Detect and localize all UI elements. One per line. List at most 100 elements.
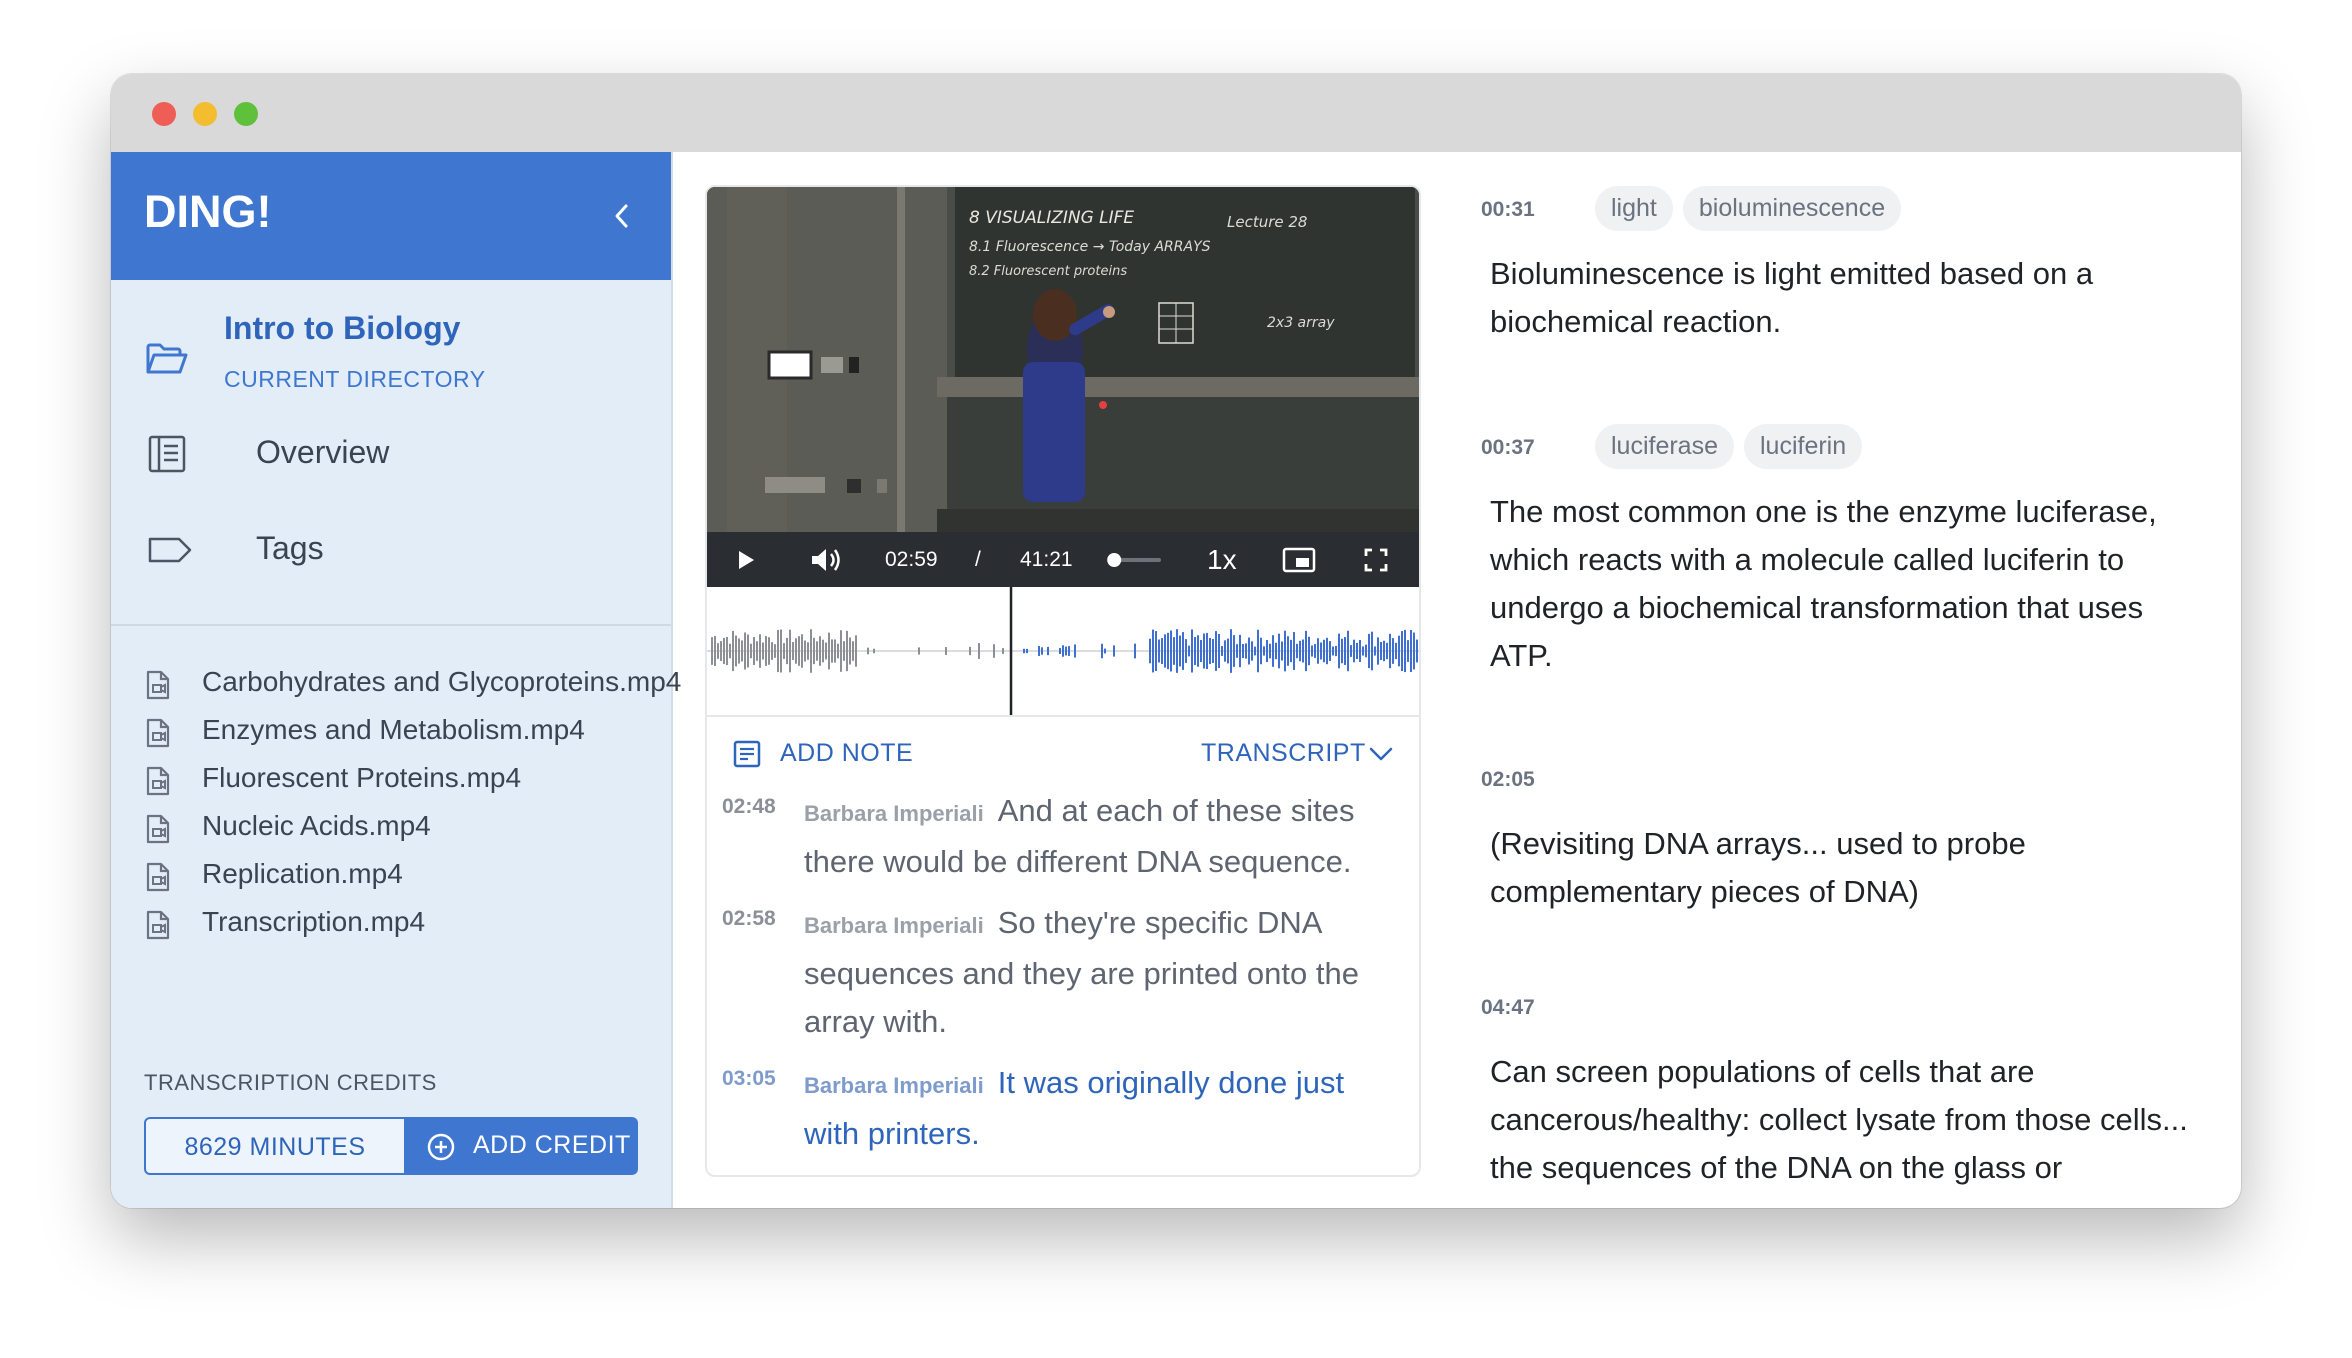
- waveform-bar: [1317, 638, 1319, 664]
- waveform-bar: [810, 629, 812, 673]
- playback-speed[interactable]: 1x: [1207, 544, 1237, 576]
- title-bar: [111, 74, 2241, 152]
- play-icon[interactable]: [735, 548, 757, 572]
- tag-chip[interactable]: luciferin: [1744, 424, 1863, 469]
- waveform-bar: [1134, 643, 1136, 659]
- file-item[interactable]: Transcription.mp4: [145, 900, 665, 948]
- video-file-icon: [146, 766, 170, 796]
- current-directory[interactable]: Intro to Biology CURRENT DIRECTORY: [111, 280, 671, 402]
- collapse-sidebar-button[interactable]: [605, 196, 639, 236]
- waveform-bar: [1413, 632, 1415, 670]
- sidebar-item-tags[interactable]: Tags: [111, 514, 671, 586]
- sidebar: DING! Intro to Biology CURRENT DIRECTORY…: [111, 152, 681, 1208]
- waveform-bar: [1065, 646, 1067, 656]
- transcript-timestamp[interactable]: 03:05: [722, 1067, 776, 1091]
- waveform-bar: [732, 630, 734, 672]
- video-controls: 02:59 / 41:21 1x: [707, 532, 1419, 587]
- waveform-bar: [816, 641, 818, 661]
- chevron-left-icon: [615, 204, 628, 228]
- volume-slider[interactable]: [1103, 550, 1165, 570]
- waveform-bar: [1341, 638, 1343, 664]
- note-timestamp[interactable]: 02:05: [1481, 768, 1535, 792]
- file-item[interactable]: Fluorescent Proteins.mp4: [145, 756, 665, 804]
- chevron-down-icon[interactable]: [1367, 745, 1395, 763]
- waveform-bar: [1404, 629, 1406, 673]
- waveform-bar: [1350, 645, 1352, 657]
- waveform-bar: [1371, 631, 1373, 671]
- tag-chip[interactable]: bioluminescence: [1682, 186, 1902, 231]
- waveform-bar: [855, 635, 857, 667]
- waveform-bar: [792, 641, 794, 661]
- waveform-bar: [1308, 636, 1310, 666]
- note-timestamp[interactable]: 00:31: [1481, 198, 1535, 222]
- sidebar-item-overview[interactable]: Overview: [111, 418, 671, 490]
- waveform-bar: [831, 639, 833, 663]
- waveform-bar: [1221, 646, 1223, 656]
- waveform-bar: [1272, 635, 1274, 667]
- add-credit-label: ADD CREDIT: [473, 1131, 631, 1159]
- file-item[interactable]: Replication.mp4: [145, 852, 665, 900]
- video-file-icon: [146, 862, 170, 892]
- file-item[interactable]: Nucleic Acids.mp4: [145, 804, 665, 852]
- transcript-toolbar: ADD NOTE TRANSCRIPT: [707, 717, 1419, 787]
- waveform-bar: [843, 641, 845, 661]
- note-text: (Revisiting DNA arrays... used to probe …: [1490, 826, 2026, 909]
- close-window-button[interactable]: [152, 102, 176, 126]
- waveform-bar: [1284, 630, 1286, 672]
- waveform-bar: [1410, 629, 1412, 673]
- waveform-bar: [1290, 639, 1292, 663]
- waveform-bar: [867, 647, 869, 655]
- waveform-bar: [1068, 646, 1070, 656]
- waveform-bar: [1062, 645, 1064, 657]
- note-timestamp[interactable]: 00:37: [1481, 436, 1535, 460]
- file-item[interactable]: Enzymes and Metabolism.mp4: [145, 708, 665, 756]
- waveform-bar: [1242, 643, 1244, 659]
- note-icon: [733, 740, 761, 768]
- add-credit-button[interactable]: ADD CREDIT: [406, 1117, 638, 1175]
- waveform-bar: [834, 639, 836, 663]
- video-player[interactable]: 8 VISUALIZING LIFE 8.1 Fluorescence → To…: [707, 187, 1419, 587]
- waveform-bar: [1302, 639, 1304, 663]
- waveform-bar: [852, 641, 854, 661]
- note-timestamp[interactable]: 04:47: [1481, 996, 1535, 1020]
- transcript-toggle[interactable]: TRANSCRIPT: [1201, 739, 1366, 768]
- transcript-timestamp[interactable]: 02:48: [722, 795, 776, 819]
- file-item[interactable]: Carbohydrates and Glycoproteins.mp4: [145, 660, 681, 708]
- tag-chip[interactable]: luciferase: [1595, 424, 1734, 469]
- fullscreen-icon[interactable]: [1363, 547, 1389, 573]
- waveform-bar: [735, 635, 737, 667]
- transcript-timestamp[interactable]: 02:58: [722, 907, 776, 931]
- waveform-bar: [1326, 637, 1328, 665]
- waveform-bar: [1212, 639, 1214, 663]
- waveform-bar: [1287, 636, 1289, 666]
- waveform-bar: [1332, 646, 1334, 656]
- waveform-bar: [804, 640, 806, 662]
- player-panel: 8 VISUALIZING LIFE 8.1 Fluorescence → To…: [705, 185, 1421, 1177]
- waveform-bar: [789, 629, 791, 673]
- picture-in-picture-icon[interactable]: [1282, 546, 1316, 574]
- waveform-bar: [1401, 631, 1403, 671]
- waveform-bar: [1296, 643, 1298, 659]
- waveform-graphic: [707, 587, 1419, 715]
- waveform-bar: [1347, 630, 1349, 672]
- zoom-window-button[interactable]: [234, 102, 258, 126]
- waveform-bar: [798, 636, 800, 666]
- waveform-bar: [969, 646, 971, 656]
- waveform-bar: [1173, 637, 1175, 665]
- volume-icon[interactable]: [809, 546, 843, 574]
- waveform-bar: [822, 639, 824, 663]
- waveform-bar: [1101, 643, 1103, 659]
- minimize-window-button[interactable]: [193, 102, 217, 126]
- waveform-bar: [825, 642, 827, 660]
- add-note-button[interactable]: ADD NOTE: [780, 739, 913, 768]
- waveform-bar: [1059, 648, 1061, 654]
- speaker-name: Barbara Imperiali: [804, 913, 984, 938]
- audio-waveform[interactable]: [707, 587, 1419, 717]
- waveform-bar: [1251, 641, 1253, 661]
- waveform-bar: [723, 637, 725, 665]
- waveform-bar: [1203, 633, 1205, 669]
- waveform-bar: [1182, 632, 1184, 670]
- waveform-bar: [1344, 637, 1346, 665]
- waveform-bar: [1158, 639, 1160, 663]
- tag-chip[interactable]: light: [1595, 186, 1673, 231]
